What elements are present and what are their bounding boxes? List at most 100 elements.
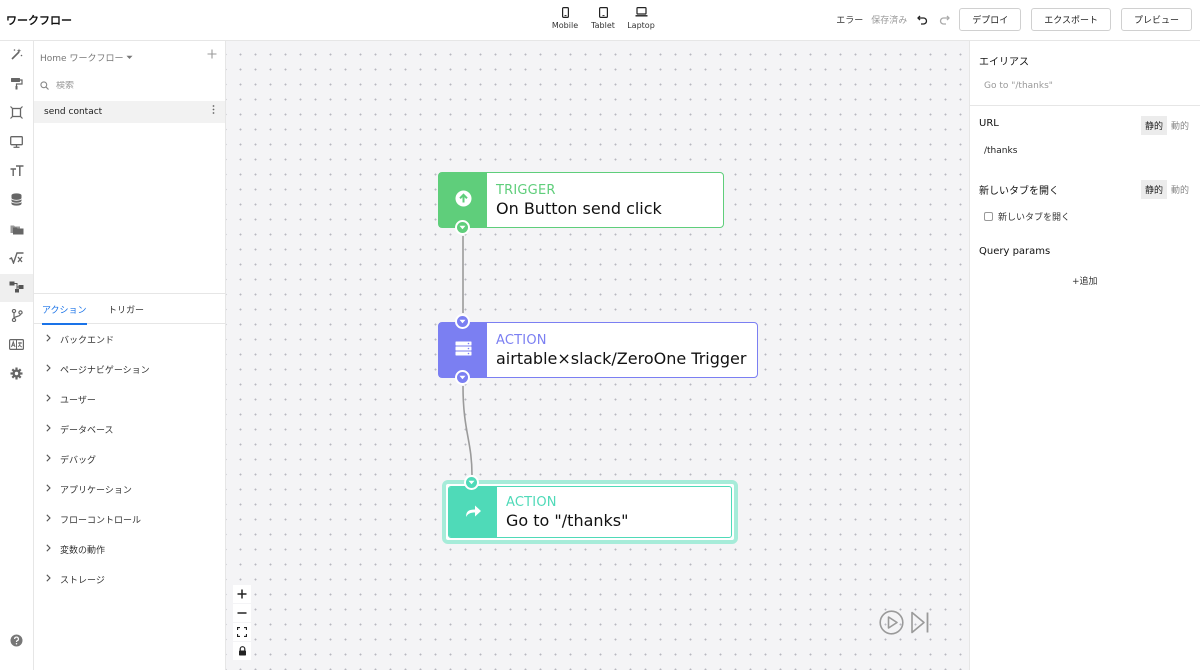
top-bar: ワークフロー Mobile Tablet Laptop エラー 保存済み デプロ…	[0, 0, 1200, 41]
zoom-out-icon	[237, 612, 247, 614]
category-label: フローコントロール	[60, 515, 142, 526]
deploy-button[interactable]: デプロイ	[959, 8, 1022, 31]
port-action-out[interactable]	[455, 370, 470, 385]
category-flow-control[interactable]: フローコントロール	[46, 511, 141, 527]
caret-down-icon	[126, 53, 133, 63]
category-user[interactable]: ユーザー	[46, 391, 96, 407]
redo-icon[interactable]	[937, 13, 951, 27]
new-tab-checkbox-label: 新しいタブを開く	[998, 213, 1071, 223]
step-forward-button[interactable]	[910, 611, 930, 637]
category-database[interactable]: データベース	[46, 421, 114, 437]
rail-typography[interactable]	[0, 158, 33, 186]
tab-triggers[interactable]: トリガー	[108, 303, 144, 323]
category-storage[interactable]: ストレージ	[46, 571, 105, 587]
add-query-param-button[interactable]: +追加	[1072, 274, 1098, 287]
category-label: ユーザー	[60, 395, 96, 406]
tab-actions[interactable]: アクション	[42, 303, 87, 325]
workflow-item-send-contact[interactable]: send contact	[34, 101, 225, 123]
undo-icon[interactable]	[915, 13, 929, 27]
device-mobile-button[interactable]: Mobile	[550, 6, 580, 30]
fit-view-button[interactable]	[233, 623, 251, 641]
url-dynamic-option[interactable]: 動的	[1167, 116, 1193, 135]
node-trigger-icon-box	[439, 173, 487, 227]
query-params-label: Query params	[979, 246, 1051, 257]
search-input[interactable]	[56, 81, 206, 91]
paint-roller-icon	[10, 77, 23, 93]
export-button[interactable]: エクスポート	[1031, 8, 1111, 31]
rail-database[interactable]	[0, 187, 33, 215]
search-icon	[40, 79, 49, 93]
rail-magic-wand[interactable]	[0, 42, 33, 70]
category-variables[interactable]: 変数の動作	[46, 541, 105, 557]
lock-button[interactable]	[233, 642, 251, 660]
device-laptop-button[interactable]: Laptop	[626, 6, 656, 30]
category-application[interactable]: アプリケーション	[46, 481, 132, 497]
laptop-icon	[635, 6, 648, 18]
play-button[interactable]	[879, 610, 904, 638]
zoom-out-button[interactable]	[233, 604, 251, 622]
workflow-canvas[interactable]: TRIGGER On Button send click ACTION airt…	[226, 41, 969, 670]
category-backend[interactable]: バックエンド	[46, 331, 114, 347]
category-debug[interactable]: デバッグ	[46, 451, 96, 467]
rail-settings[interactable]	[0, 361, 33, 389]
node-kind-label: TRIGGER	[496, 182, 556, 198]
node-action-goto[interactable]: ACTION Go to "/thanks"	[442, 480, 738, 544]
settings-icon	[10, 367, 23, 383]
node-trigger[interactable]: TRIGGER On Button send click	[438, 172, 724, 228]
zoom-in-button[interactable]	[233, 585, 251, 603]
port-goto-in[interactable]	[464, 475, 479, 490]
new-tab-dynamic-option[interactable]: 動的	[1167, 180, 1193, 199]
frame-icon	[10, 106, 23, 122]
workflow-icon	[9, 281, 24, 296]
alias-title: エイリアス	[979, 57, 1029, 68]
chevron-right-icon	[46, 543, 51, 555]
url-input[interactable]	[979, 141, 1189, 161]
rail-frame[interactable]	[0, 100, 33, 128]
alias-input[interactable]	[979, 76, 1189, 96]
top-actions: エラー 保存済み デプロイ エクスポート プレビュー	[836, 8, 1192, 31]
search-box	[40, 79, 218, 93]
rail-formula[interactable]	[0, 245, 33, 273]
rail-help[interactable]	[0, 628, 33, 656]
workflow-item-label: send contact	[44, 107, 103, 117]
breadcrumb-label: Home ワークフロー	[40, 54, 124, 64]
git-branch-icon	[11, 308, 23, 325]
checkbox-box[interactable]	[984, 212, 993, 221]
category-label: ページナビゲーション	[60, 365, 150, 376]
more-vertical-icon[interactable]	[212, 105, 215, 117]
workflow-panel: Home ワークフロー send contact アクション トリガー バックエ…	[34, 41, 226, 670]
preview-button[interactable]: プレビュー	[1120, 8, 1192, 31]
category-label: アプリケーション	[60, 485, 132, 496]
breadcrumb[interactable]: Home ワークフロー	[40, 51, 133, 64]
new-tab-checkbox[interactable]: 新しいタブを開く	[984, 210, 1070, 223]
rail-workflow[interactable]	[0, 274, 33, 302]
category-label: デバッグ	[60, 455, 97, 466]
plus-icon	[207, 49, 217, 59]
url-static-option[interactable]: 静的	[1140, 116, 1167, 135]
node-title: airtable×slack/ZeroOne Trigger	[496, 348, 747, 368]
folders-icon	[10, 223, 24, 238]
zoom-in-icon	[237, 589, 247, 599]
new-tab-static-option[interactable]: 静的	[1140, 180, 1167, 199]
category-page-navigation[interactable]: ページナビゲーション	[46, 361, 150, 377]
server-icon	[455, 341, 472, 359]
add-workflow-button[interactable]	[207, 48, 217, 63]
caret-down-icon	[459, 319, 466, 324]
rail-assets[interactable]	[0, 216, 33, 244]
port-trigger-out[interactable]	[455, 220, 470, 235]
magic-wand-icon	[10, 48, 23, 64]
error-link[interactable]: エラー	[836, 13, 863, 26]
rail-git[interactable]	[0, 303, 33, 331]
language-icon	[9, 339, 25, 353]
rail-language[interactable]	[0, 332, 33, 360]
chevron-right-icon	[46, 483, 51, 495]
rail-style[interactable]	[0, 71, 33, 99]
rail-screens[interactable]	[0, 129, 33, 157]
monitor-icon	[10, 135, 23, 151]
new-tab-mode-toggle: 静的 動的	[1140, 180, 1193, 199]
chevron-right-icon	[46, 513, 51, 525]
device-tablet-button[interactable]: Tablet	[588, 6, 618, 30]
library-tabs: アクション トリガー	[34, 294, 225, 325]
node-action-airtable[interactable]: ACTION airtable×slack/ZeroOne Trigger	[438, 322, 758, 378]
port-action-in[interactable]	[455, 314, 470, 329]
